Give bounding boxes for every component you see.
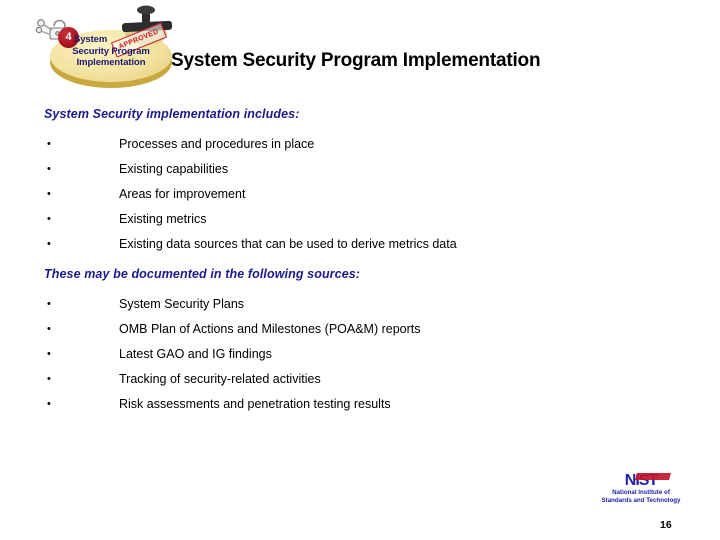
nist-tagline: National Institute of Standards and Tech… bbox=[592, 489, 690, 505]
bullet-list-includes: • Processes and procedures in place • Ex… bbox=[0, 132, 720, 257]
list-item: • Existing data sources that can be used… bbox=[0, 232, 720, 257]
section-heading-includes: System Security implementation includes: bbox=[44, 107, 300, 121]
list-item: • Existing capabilities bbox=[0, 157, 720, 182]
list-item-label: Existing capabilities bbox=[119, 162, 229, 176]
list-item-label: System Security Plans bbox=[119, 297, 245, 311]
nist-tagline-line1: National Institute of bbox=[612, 489, 670, 496]
list-item: • Tracking of security-related activitie… bbox=[0, 367, 720, 392]
section-heading-sources: These may be documented in the following… bbox=[44, 267, 361, 281]
badge-text-block: System Security Program Implementation bbox=[52, 34, 170, 69]
page-title: System Security Program Implementation bbox=[171, 50, 541, 71]
nist-tagline-line2: Standards and Technology bbox=[601, 497, 681, 504]
list-item-label: Tracking of security-related activities bbox=[119, 372, 321, 386]
list-item: • Existing metrics bbox=[0, 207, 720, 232]
list-item-label: Areas for improvement bbox=[119, 187, 246, 201]
list-item: • Latest GAO and IG findings bbox=[0, 342, 720, 367]
bullet-marker-icon: • bbox=[47, 298, 51, 310]
bullet-marker-icon: • bbox=[47, 163, 51, 175]
badge-text-line1: System bbox=[74, 34, 108, 45]
list-item: • Risk assessments and penetration testi… bbox=[0, 392, 720, 417]
bullet-marker-icon: • bbox=[47, 238, 51, 250]
bullet-marker-icon: • bbox=[47, 188, 51, 200]
list-item-label: Latest GAO and IG findings bbox=[119, 347, 272, 361]
list-item-label: Existing metrics bbox=[119, 212, 207, 226]
bullet-list-sources: • System Security Plans • OMB Plan of Ac… bbox=[0, 292, 720, 417]
nist-logo: NIST National Institute of Standards and… bbox=[592, 472, 690, 508]
badge-text-line3: Implementation bbox=[76, 57, 146, 68]
list-item: • Areas for improvement bbox=[0, 182, 720, 207]
program-step-badge-graphic: APPROVED 4 System Security Program Imple… bbox=[28, 4, 178, 96]
bullet-marker-icon: • bbox=[47, 323, 51, 335]
list-item-label: Existing data sources that can be used t… bbox=[119, 237, 457, 251]
bullet-marker-icon: • bbox=[47, 398, 51, 410]
list-item: • Processes and procedures in place bbox=[0, 132, 720, 157]
list-item: • System Security Plans bbox=[0, 292, 720, 317]
slide-canvas: APPROVED 4 System Security Program Imple… bbox=[0, 0, 720, 540]
list-item-label: OMB Plan of Actions and Milestones (POA&… bbox=[119, 322, 421, 336]
badge-text-line2: Security Program bbox=[72, 45, 150, 57]
list-item-label: Risk assessments and penetration testing… bbox=[119, 397, 391, 411]
page-number: 16 bbox=[660, 519, 672, 531]
bullet-marker-icon: • bbox=[47, 138, 51, 150]
bullet-marker-icon: • bbox=[47, 348, 51, 360]
list-item: • OMB Plan of Actions and Milestones (PO… bbox=[0, 317, 720, 342]
bullet-marker-icon: • bbox=[47, 373, 51, 385]
bullet-marker-icon: • bbox=[47, 213, 51, 225]
list-item-label: Processes and procedures in place bbox=[119, 137, 315, 151]
nist-swoosh-accent bbox=[634, 473, 672, 480]
